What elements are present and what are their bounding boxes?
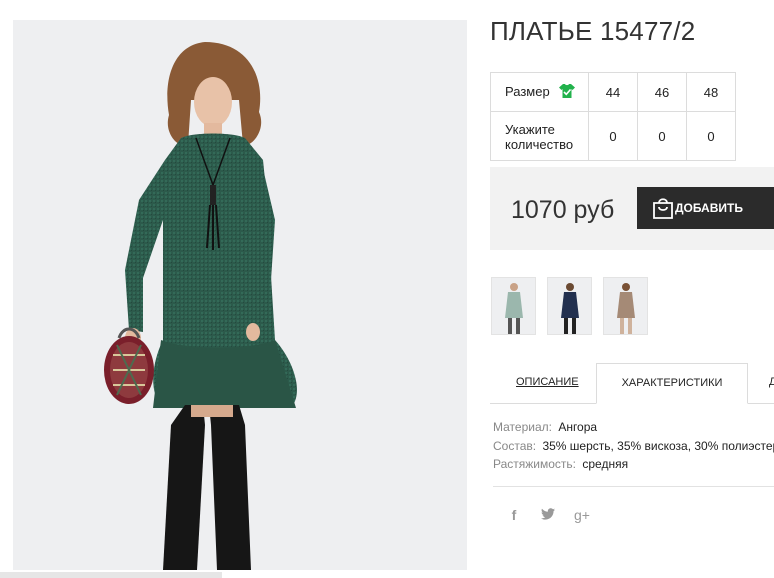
shopping-bag-icon <box>651 196 675 223</box>
quantity-label-line1: Укажите <box>505 122 555 137</box>
twitter-icon[interactable] <box>540 507 556 523</box>
quantity-input-46[interactable]: 0 <box>637 111 687 161</box>
tab-delivery[interactable]: Д <box>769 376 774 388</box>
spec-stretch-key: Растяжимость: <box>493 457 577 471</box>
size-46: 46 <box>637 72 687 112</box>
spec-stretch: Растяжимость: средняя <box>493 455 774 474</box>
size-48: 48 <box>686 72 736 112</box>
buy-box: 1070 руб ДОБАВИТЬ <box>490 167 774 250</box>
thumbnail-beige-dress[interactable] <box>603 277 648 335</box>
size-quantity-table: Размер 44 46 48 Укажите количество 0 0 0 <box>490 72 736 161</box>
quantity-label-line2: количество <box>505 137 574 152</box>
product-main-photo[interactable] <box>13 20 467 570</box>
characteristics-list: Материал: Ангора Состав: 35% шерсть, 35%… <box>493 418 774 474</box>
spec-stretch-value: средняя <box>582 457 629 471</box>
spec-material: Материал: Ангора <box>493 418 774 437</box>
model-illustration <box>104 42 297 570</box>
google-plus-icon[interactable]: g+ <box>574 507 590 523</box>
spec-material-value: Ангора <box>558 420 598 434</box>
size-44: 44 <box>588 72 638 112</box>
spec-composition-key: Состав: <box>493 438 537 453</box>
thumbnail-strip <box>491 277 648 335</box>
spec-composition-value: 35% шерсть, 35% вискоза, 30% полиэстер <box>542 438 774 453</box>
image-scroll-strip <box>0 572 222 578</box>
add-to-cart-label: ДОБАВИТЬ <box>675 201 743 215</box>
facebook-icon[interactable]: f <box>506 507 522 523</box>
tab-description[interactable]: ОПИСАНИЕ <box>516 376 579 388</box>
social-share: f g+ <box>506 507 590 523</box>
add-to-cart-button[interactable]: ДОБАВИТЬ <box>637 187 774 229</box>
tab-characteristics[interactable]: ХАРАКТЕРИСТИКИ <box>596 363 748 404</box>
section-divider <box>493 486 774 487</box>
thumbnail-navy-dress[interactable] <box>547 277 592 335</box>
price: 1070 руб <box>511 196 615 224</box>
size-label: Размер <box>505 83 550 99</box>
tshirt-size-chart-icon[interactable] <box>559 83 576 102</box>
spec-material-key: Материал: <box>493 420 552 434</box>
quantity-input-48[interactable]: 0 <box>686 111 736 161</box>
product-title: ПЛАТЬЕ 15477/2 <box>490 16 696 46</box>
size-label-cell: Размер <box>490 72 589 112</box>
product-tabs: ОПИСАНИЕ ХАРАКТЕРИСТИКИ Д <box>490 363 774 404</box>
thumbnail-green-dress[interactable] <box>491 277 536 335</box>
spec-composition: Состав: 35% шерсть, 35% вискоза, 30% пол… <box>493 437 774 456</box>
quantity-label-cell: Укажите количество <box>490 111 589 161</box>
quantity-input-44[interactable]: 0 <box>588 111 638 161</box>
